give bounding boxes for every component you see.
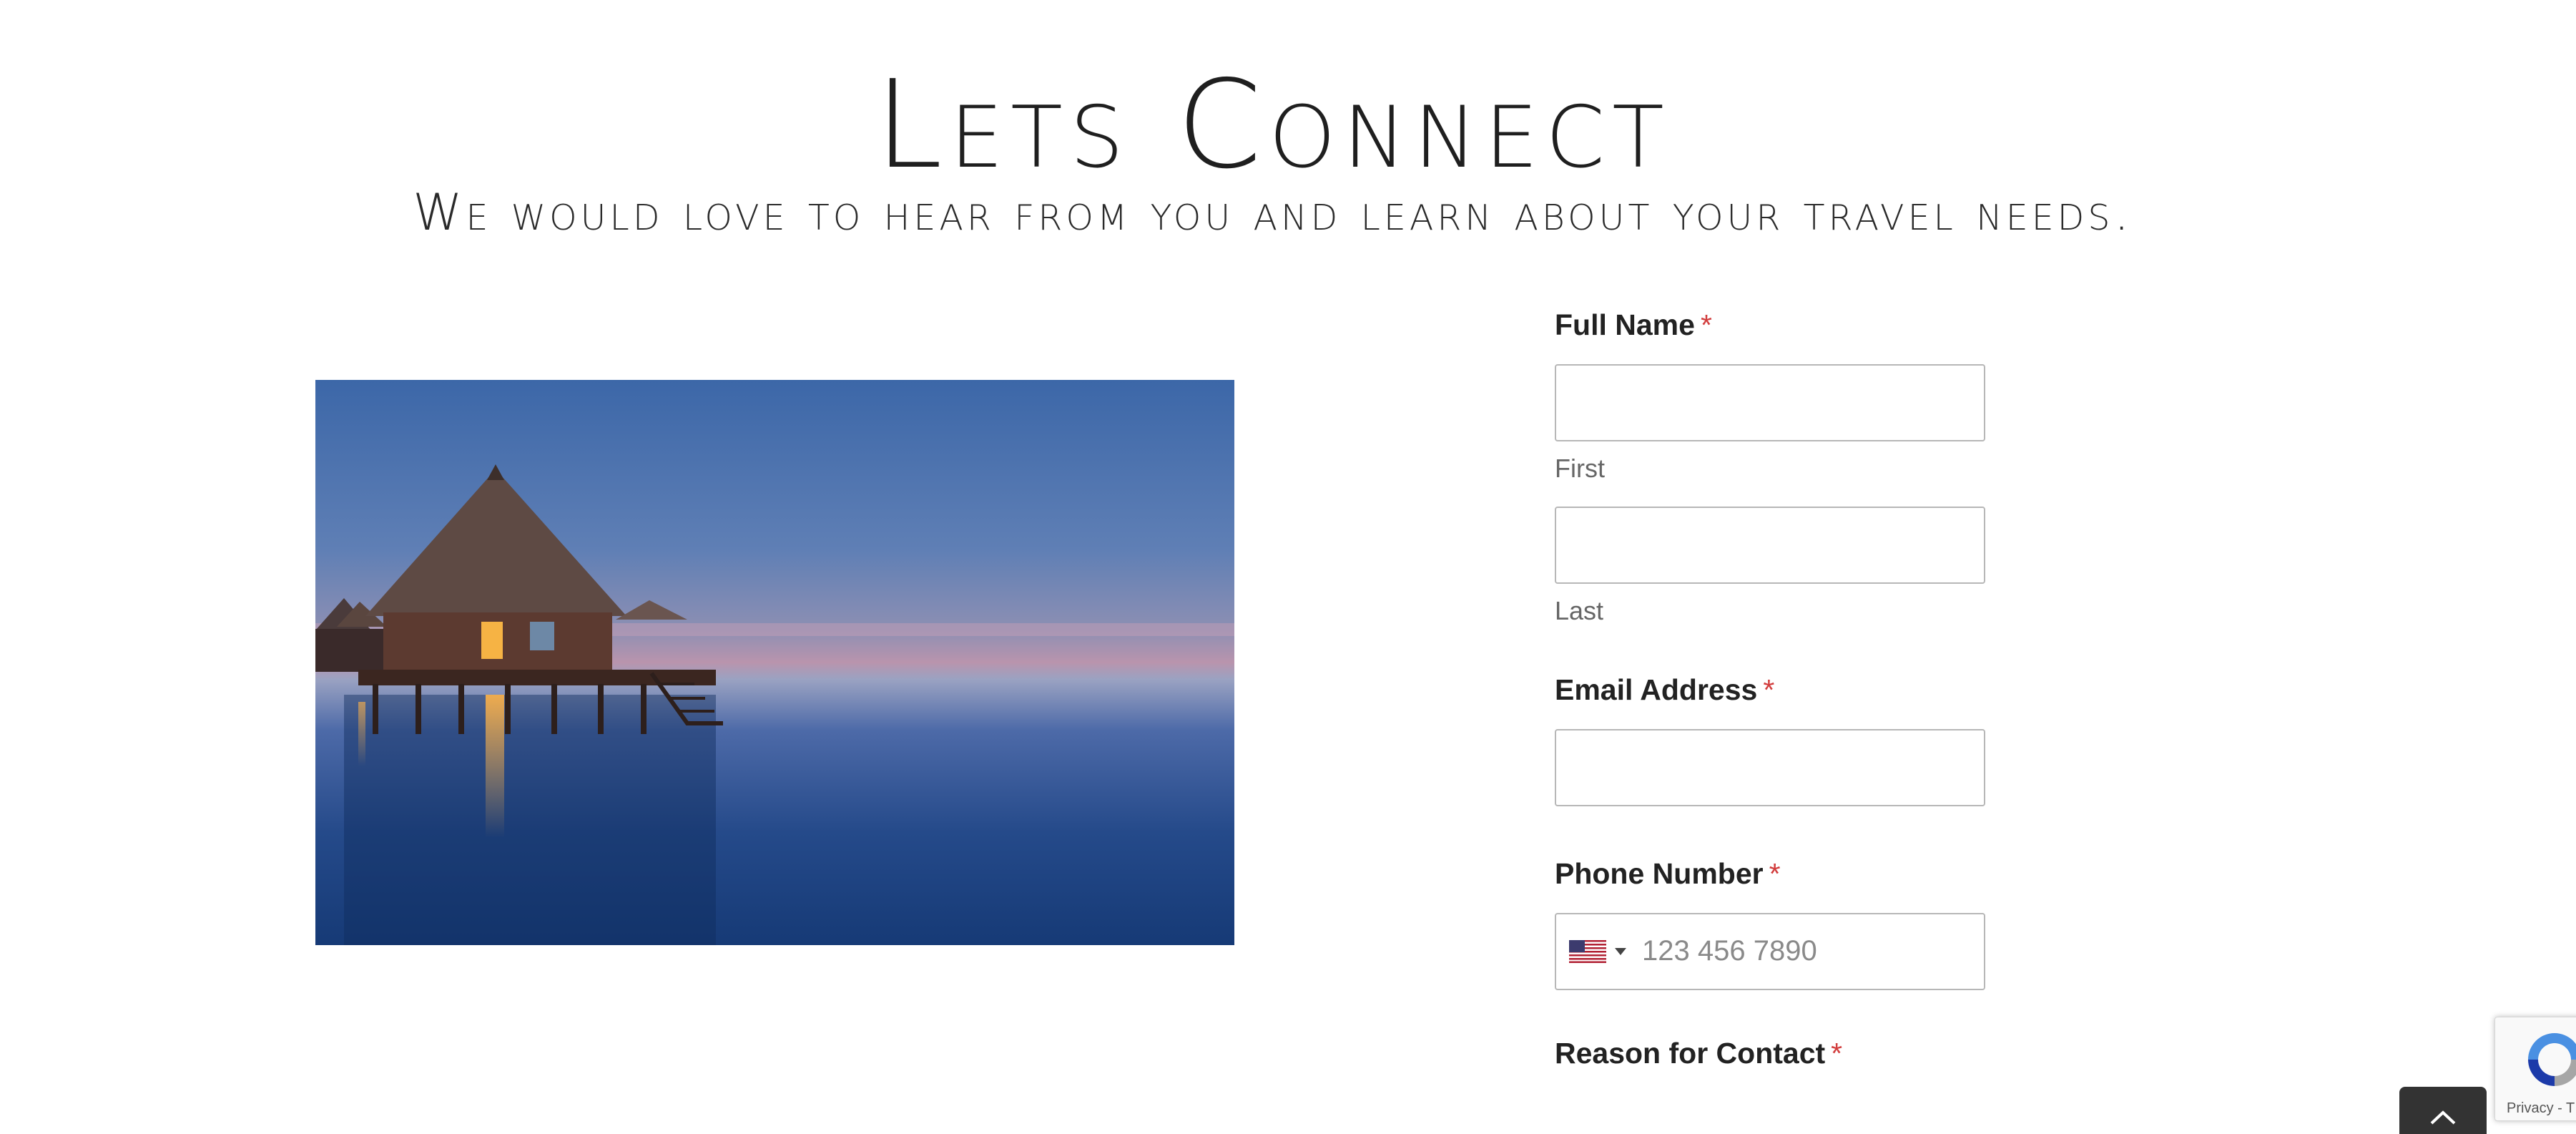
phone-label-text: Phone Number: [1555, 856, 1764, 890]
page: Lets Connect We would love to hear from …: [0, 0, 2576, 1134]
reason-group: Reason for Contact *: [1555, 1036, 1991, 1071]
recaptcha-icon: [2528, 1033, 2576, 1086]
required-marker: *: [1700, 308, 1712, 341]
page-title: Lets Connect: [875, 54, 1671, 196]
last-name-sublabel: Last: [1555, 596, 1604, 626]
required-marker: *: [1769, 856, 1781, 890]
scroll-to-top-button[interactable]: [2399, 1087, 2487, 1134]
caret-down-icon: [1615, 947, 1626, 955]
first-name-input[interactable]: [1555, 364, 1985, 442]
phone-field: [1555, 912, 1985, 990]
full-name-label: Full Name *: [1555, 308, 1991, 343]
required-marker: *: [1831, 1036, 1843, 1070]
us-flag-icon: [1569, 939, 1606, 963]
contact-form: Full Name * First Last Email Address * Pho…: [1555, 308, 1991, 1071]
email-input[interactable]: [1555, 728, 1985, 806]
recaptcha-badge[interactable]: Privacy - T: [2494, 1017, 2576, 1121]
bungalow-illustration: [315, 464, 1234, 945]
chevron-up-icon: [2430, 1110, 2456, 1125]
first-name-sublabel: First: [1555, 454, 1605, 484]
recaptcha-privacy-link[interactable]: Privacy - T: [2507, 1100, 2575, 1117]
phone-label: Phone Number *: [1555, 856, 1991, 891]
last-name-input[interactable]: [1555, 507, 1985, 585]
full-name-group: Full Name * First Last: [1555, 308, 1991, 627]
phone-group: Phone Number *: [1555, 856, 1991, 990]
phone-input[interactable]: [1642, 914, 1978, 989]
reason-label: Reason for Contact *: [1555, 1036, 1991, 1071]
email-label: Email Address *: [1555, 673, 1991, 708]
page-subtitle: We would love to hear from you and learn…: [413, 183, 2133, 242]
reason-label-text: Reason for Contact: [1555, 1036, 1826, 1070]
email-label-text: Email Address: [1555, 673, 1758, 706]
full-name-label-text: Full Name: [1555, 308, 1695, 341]
required-marker: *: [1763, 673, 1775, 706]
email-group: Email Address *: [1555, 673, 1991, 806]
country-selector[interactable]: [1569, 939, 1626, 963]
bungalow-photo: [315, 380, 1234, 945]
